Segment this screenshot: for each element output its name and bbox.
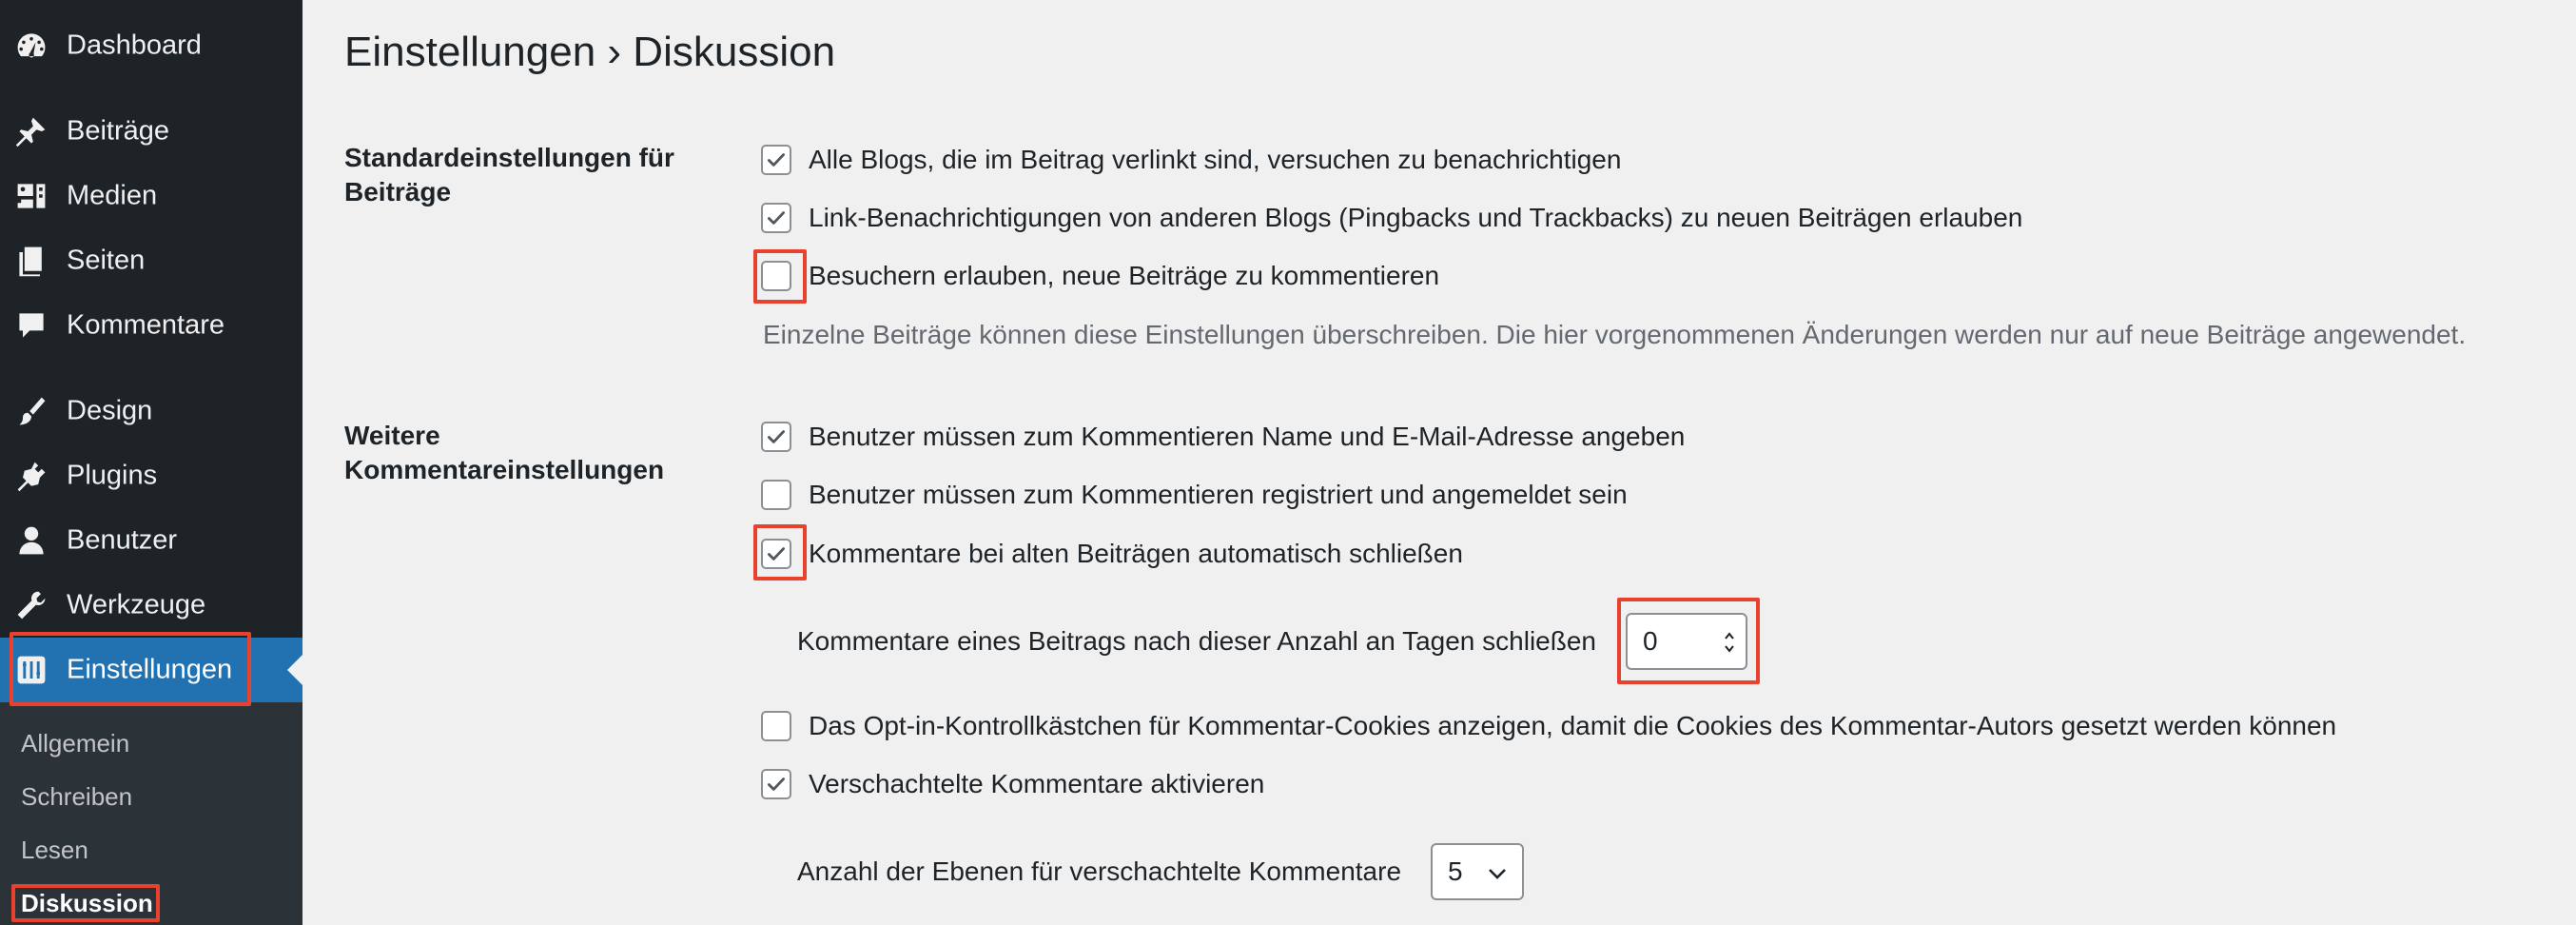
option-threaded-comments[interactable]: Verschachtelte Kommentare aktivieren (761, 767, 1264, 801)
menu-media[interactable]: Medien (0, 167, 302, 225)
checkbox-checked[interactable] (761, 769, 791, 799)
option-allow-pingbacks[interactable]: Link-Benachrichtigungen von anderen Blog… (761, 201, 2022, 235)
menu-label: Werkzeuge (67, 589, 206, 620)
checkbox-checked[interactable] (761, 203, 791, 233)
option-notify-blogs[interactable]: Alle Blogs, die im Beitrag verlinkt sind… (761, 143, 1621, 177)
option-require-registration[interactable]: Benutzer müssen zum Kommentieren registr… (761, 478, 1628, 512)
menu-label: Dashboard (67, 30, 202, 61)
option-label: Link-Benachrichtigungen von anderen Blog… (809, 203, 2023, 232)
checkbox[interactable] (761, 480, 791, 510)
menu-label: Kommentare (67, 309, 225, 341)
user-icon (13, 522, 49, 559)
comments-icon (13, 307, 49, 344)
option-require-name-email[interactable]: Benutzer müssen zum Kommentieren Name un… (761, 420, 1685, 454)
submenu-writing[interactable]: Schreiben (21, 782, 132, 812)
menu-label: Plugins (67, 460, 158, 491)
option-cookies-optin[interactable]: Das Opt-in-Kontrollkästchen für Kommenta… (761, 709, 2336, 743)
close-days-input[interactable]: 0 (1626, 613, 1747, 670)
pages-icon (13, 243, 49, 279)
menu-tools[interactable]: Werkzeuge (0, 577, 302, 634)
settings-icon (13, 652, 49, 688)
option-label: Verschachtelte Kommentare aktivieren (809, 769, 1265, 798)
submenu-general[interactable]: Allgemein (21, 729, 129, 758)
checkbox-checked[interactable] (761, 539, 791, 569)
checkbox-checked[interactable] (761, 422, 791, 452)
menu-settings[interactable]: Einstellungen (0, 638, 302, 702)
menu-posts[interactable]: Beiträge (0, 103, 302, 160)
thread-depth-select[interactable]: 5 (1431, 843, 1524, 900)
option-label: Alle Blogs, die im Beitrag verlinkt sind… (809, 145, 1622, 174)
submenu-discussion[interactable]: Diskussion (21, 889, 153, 918)
dashboard-icon (13, 28, 49, 64)
menu-dashboard[interactable]: Dashboard (0, 17, 302, 74)
close-days-value: 0 (1643, 626, 1658, 656)
option-label: Benutzer müssen zum Kommentieren Name un… (809, 422, 1686, 451)
section-label-default-post: Standardeinstellungen für Beiträge (344, 143, 674, 207)
menu-design[interactable]: Design (0, 383, 302, 440)
menu-pages[interactable]: Seiten (0, 232, 302, 289)
spinner-icon[interactable] (1723, 628, 1736, 657)
menu-label: Medien (67, 180, 158, 211)
option-allow-comments[interactable]: Besuchern erlauben, neue Beiträge zu kom… (761, 259, 1439, 293)
option-label: Kommentare bei alten Beiträgen automatis… (809, 539, 1463, 568)
chevron-down-icon (1489, 869, 1506, 879)
menu-label: Einstellungen (67, 654, 233, 685)
page-title: Einstellungen › Diskussion (344, 29, 836, 75)
menu-plugins[interactable]: Plugins (0, 447, 302, 504)
menu-users[interactable]: Benutzer (0, 512, 302, 569)
menu-label: Benutzer (67, 524, 178, 556)
media-icon (13, 178, 49, 214)
wrench-icon (13, 587, 49, 623)
option-label: Besuchern erlauben, neue Beiträge zu kom… (809, 261, 1440, 290)
option-label: Benutzer müssen zum Kommentieren registr… (809, 480, 1628, 509)
checkbox[interactable] (761, 711, 791, 741)
admin-sidebar: Dashboard Beiträge Medien Seiten Komment… (0, 0, 302, 925)
option-label: Das Opt-in-Kontrollkästchen für Kommenta… (809, 711, 2337, 740)
menu-label: Design (67, 395, 153, 426)
checkbox-checked[interactable] (761, 145, 791, 175)
section-description: Einzelne Beiträge können diese Einstellu… (763, 320, 2467, 349)
thread-depth-value: 5 (1448, 856, 1463, 886)
menu-label: Beiträge (67, 115, 170, 147)
pin-icon (13, 113, 49, 149)
checkbox[interactable] (761, 261, 791, 291)
close-days-label: Kommentare eines Beitrags nach dieser An… (797, 626, 1596, 656)
menu-label: Seiten (67, 245, 146, 276)
section-label-other-comment: Weitere Kommentareinstellungen (344, 421, 665, 484)
option-close-old-comments[interactable]: Kommentare bei alten Beiträgen automatis… (761, 537, 1463, 571)
plugin-icon (13, 458, 49, 494)
submenu-reading[interactable]: Lesen (21, 836, 88, 865)
brush-icon (13, 393, 49, 429)
thread-depth-label: Anzahl der Ebenen für verschachtelte Kom… (797, 856, 1402, 886)
menu-comments[interactable]: Kommentare (0, 297, 302, 354)
settings-submenu: Allgemein Schreiben Lesen Diskussion (0, 702, 302, 925)
